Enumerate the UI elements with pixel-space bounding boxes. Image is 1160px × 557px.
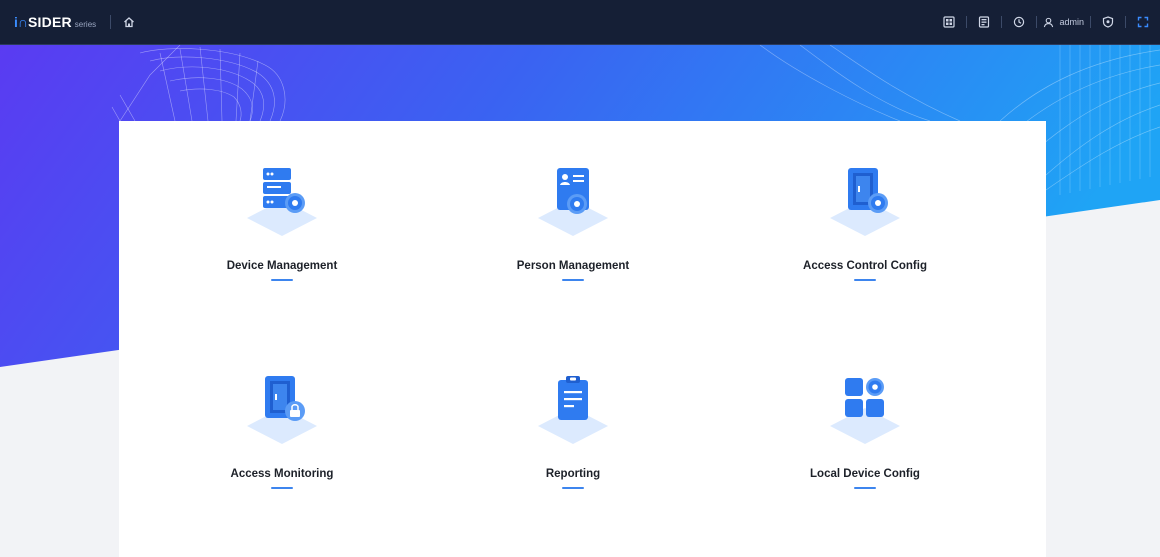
access-monitoring-icon bbox=[237, 374, 327, 454]
divider bbox=[1090, 16, 1091, 28]
tile-access-control-config[interactable]: Access Control Config bbox=[745, 166, 985, 336]
tile-label: Local Device Config bbox=[810, 468, 920, 480]
user-name: admin bbox=[1059, 17, 1084, 27]
tile-underline bbox=[854, 279, 876, 281]
tile-reporting[interactable]: Reporting bbox=[453, 374, 693, 544]
divider bbox=[110, 15, 112, 29]
home-icon[interactable] bbox=[123, 16, 135, 28]
access-control-config-icon bbox=[820, 166, 910, 246]
local-device-config-icon bbox=[820, 374, 910, 454]
main-panel: Device Management Person Management Acce… bbox=[119, 121, 1046, 557]
tile-label: Device Management bbox=[226, 260, 338, 272]
tile-underline bbox=[562, 279, 584, 281]
user-menu[interactable]: admin bbox=[1043, 17, 1084, 28]
device-management-icon bbox=[237, 166, 327, 246]
brand-series: series bbox=[74, 20, 97, 29]
clock-icon[interactable] bbox=[1008, 11, 1030, 33]
top-bar: i∩ SIDER series admin bbox=[0, 0, 1160, 45]
tile-underline bbox=[271, 279, 293, 281]
tile-underline bbox=[854, 487, 876, 489]
reporting-icon bbox=[528, 374, 618, 454]
fullscreen-icon[interactable] bbox=[1132, 11, 1154, 33]
tile-person-management[interactable]: Person Management bbox=[453, 166, 693, 336]
tile-local-device-config[interactable]: Local Device Config bbox=[745, 374, 985, 544]
tile-label: Access Monitoring bbox=[230, 468, 334, 480]
divider bbox=[1036, 16, 1038, 28]
tile-underline bbox=[562, 487, 584, 489]
brand-name: SIDER bbox=[28, 14, 72, 30]
card-icon[interactable] bbox=[973, 11, 995, 33]
shield-icon[interactable] bbox=[1097, 11, 1119, 33]
divider bbox=[1125, 16, 1126, 28]
tile-device-management[interactable]: Device Management bbox=[162, 166, 402, 336]
divider bbox=[1001, 16, 1003, 28]
divider bbox=[966, 16, 968, 28]
tile-label: Access Control Config bbox=[803, 260, 927, 272]
tile-underline bbox=[271, 487, 293, 489]
person-management-icon bbox=[528, 166, 618, 246]
tile-access-monitoring[interactable]: Access Monitoring bbox=[162, 374, 402, 544]
user-icon bbox=[1044, 17, 1054, 27]
tile-label: Reporting bbox=[545, 468, 601, 480]
brand-mark: i∩ bbox=[14, 14, 28, 30]
tile-label: Person Management bbox=[516, 260, 630, 272]
brand-logo: i∩ SIDER series bbox=[14, 14, 96, 30]
grid-view-icon[interactable] bbox=[938, 11, 960, 33]
